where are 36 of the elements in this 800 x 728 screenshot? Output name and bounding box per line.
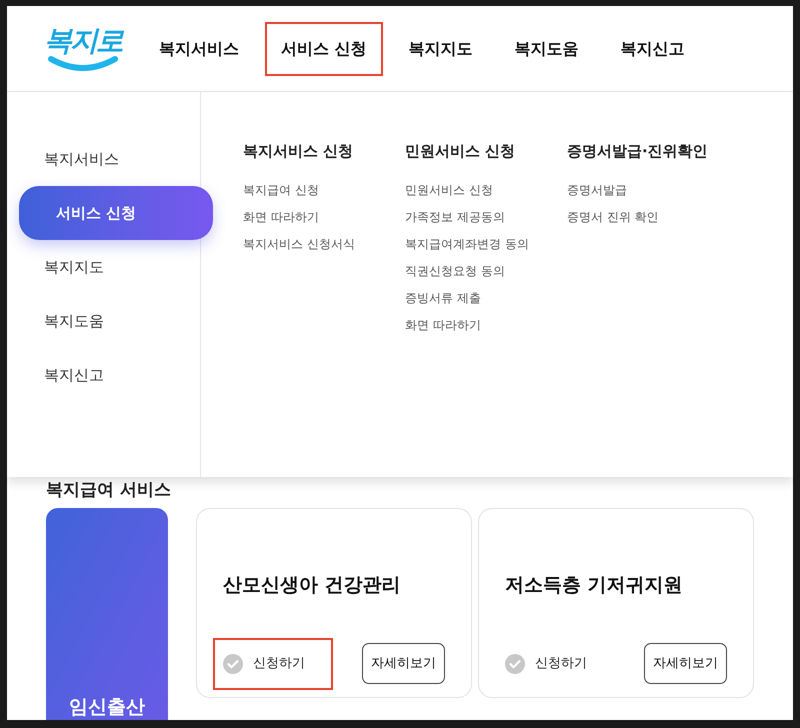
- check-icon: [505, 654, 525, 674]
- nav-link[interactable]: 복지신고: [604, 22, 701, 76]
- nav-link[interactable]: 서비스 신청: [265, 22, 383, 76]
- smile-icon: [47, 54, 119, 70]
- check-icon: [223, 654, 243, 674]
- apply-link[interactable]: 신청하기: [495, 638, 615, 690]
- details-button[interactable]: 자세히보기: [644, 643, 727, 684]
- submenu-link[interactable]: 복지급여 신청: [243, 176, 405, 204]
- section-title: 복지급여 서비스: [46, 480, 171, 500]
- feature-card-title: 임신출산: [69, 696, 145, 718]
- submenu-link[interactable]: 복지서비스 신청서식: [243, 230, 405, 258]
- nav-link[interactable]: 복지지도: [392, 22, 489, 76]
- menu-column-title: 복지서비스 신청: [243, 141, 354, 162]
- side-menu-item[interactable]: 서비스 신청: [19, 186, 213, 240]
- submenu-link[interactable]: 직권신청요청 동의: [405, 258, 567, 284]
- submenu-link[interactable]: 증빙서류 제출: [405, 284, 567, 312]
- side-menu-item[interactable]: 복지서비스: [7, 132, 200, 186]
- service-title: 산모신생아 건강관리: [223, 573, 402, 598]
- nav-link[interactable]: 복지도움: [498, 22, 595, 76]
- apply-link[interactable]: 신청하기: [213, 638, 333, 690]
- menu-column-title: 증명서발급·진위확인: [567, 141, 709, 162]
- menu-column-title: 민원서비스 신청: [405, 141, 516, 162]
- service-title: 저소득층 기저귀지원: [505, 573, 684, 598]
- submenu-link[interactable]: 화면 따라하기: [405, 312, 567, 338]
- submenu-link[interactable]: 화면 따라하기: [243, 204, 405, 230]
- side-menu-item[interactable]: 복지도움: [7, 294, 200, 348]
- nav-link[interactable]: 복지서비스: [143, 22, 255, 76]
- submenu-link[interactable]: 복지급여계좌변경 동의: [405, 230, 567, 258]
- submenu-link[interactable]: 가족정보 제공동의: [405, 204, 567, 230]
- side-menu-item[interactable]: 복지신고: [7, 348, 200, 402]
- side-menu-item[interactable]: 복지지도: [7, 240, 200, 294]
- submenu-link[interactable]: 증명서발급: [567, 176, 729, 204]
- submenu-link[interactable]: 민원서비스 신청: [405, 176, 567, 204]
- feature-card[interactable]: 임신출산: [46, 508, 168, 720]
- submenu-link[interactable]: 증명서 진위 확인: [567, 204, 729, 230]
- details-button[interactable]: 자세히보기: [362, 643, 445, 684]
